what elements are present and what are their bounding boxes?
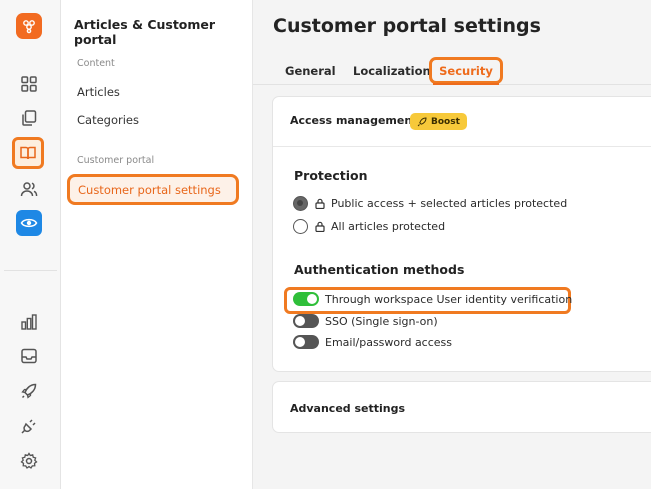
auth-option-user-identity[interactable]: Through workspace User identity verifica…: [293, 292, 572, 306]
sidebar-item-customer-portal-settings[interactable]: Customer portal settings: [67, 174, 239, 205]
auth-option-label: Email/password access: [325, 335, 453, 349]
chart-icon[interactable]: [15, 308, 43, 336]
rail-divider: [4, 270, 57, 271]
rocket-icon: [417, 116, 427, 126]
grid-icon[interactable]: [15, 70, 43, 98]
eye-icon[interactable]: [16, 210, 42, 236]
protection-heading: Protection: [294, 168, 368, 183]
icon-rail: [0, 0, 61, 489]
lock-icon: [314, 198, 325, 210]
protection-option-label: All articles protected: [331, 220, 446, 233]
radio-unchecked[interactable]: [293, 219, 308, 234]
lock-icon: [314, 221, 325, 233]
sidebar-item-categories[interactable]: Categories: [77, 113, 139, 127]
sidebar-item-articles[interactable]: Articles: [77, 85, 120, 99]
active-tab-indicator: [433, 83, 499, 85]
sidebar-section-content: Content: [77, 58, 115, 69]
boost-label: Boost: [431, 116, 460, 127]
auth-option-sso[interactable]: SSO (Single sign-on): [293, 314, 438, 328]
radio-checked[interactable]: [293, 196, 308, 211]
tab-security[interactable]: Security: [429, 57, 503, 84]
tab-localization[interactable]: Localization: [353, 64, 431, 78]
boost-badge: Boost: [410, 113, 467, 130]
auth-option-label: SSO (Single sign-on): [325, 314, 438, 328]
users-icon[interactable]: [15, 175, 43, 203]
tab-general[interactable]: General: [285, 64, 336, 78]
auth-option-email-password[interactable]: Email/password access: [293, 335, 452, 349]
tab-bar: General Localization Security: [253, 56, 651, 85]
access-management-card: Access management Boost Protection Publi…: [272, 96, 651, 372]
tab-security-label: Security: [439, 63, 493, 78]
toggle-on[interactable]: [293, 292, 319, 306]
auth-methods-heading: Authentication methods: [294, 262, 465, 277]
toggle-off[interactable]: [293, 335, 319, 349]
protection-option-public[interactable]: Public access + selected articles protec…: [293, 196, 567, 211]
gear-icon[interactable]: [15, 447, 43, 475]
sidebar-section-customer-portal: Customer portal: [77, 155, 155, 166]
auth-option-label: Through workspace User identity verifica…: [325, 292, 573, 306]
protection-option-label: Public access + selected articles protec…: [331, 197, 568, 210]
page-title: Customer portal settings: [273, 15, 541, 37]
book-icon[interactable]: [12, 137, 44, 169]
secondary-sidebar: Articles & Customer portal Content Artic…: [61, 0, 253, 489]
copy-icon[interactable]: [15, 104, 43, 132]
sidebar-title: Articles & Customer portal: [74, 17, 216, 47]
toggle-off[interactable]: [293, 314, 319, 328]
access-management-title: Access management: [290, 114, 418, 127]
protection-option-all[interactable]: All articles protected: [293, 219, 445, 234]
inbox-icon[interactable]: [15, 342, 43, 370]
main-content: Customer portal settings General Localiz…: [253, 0, 651, 489]
advanced-settings-title: Advanced settings: [290, 402, 406, 415]
logo-icon[interactable]: [16, 13, 42, 39]
access-management-header: Access management Boost: [273, 97, 651, 147]
advanced-settings-card[interactable]: Advanced settings: [272, 381, 651, 433]
rocket-icon[interactable]: [15, 377, 43, 405]
sidebar-item-label: Customer portal settings: [78, 183, 221, 197]
plug-icon[interactable]: [15, 412, 43, 440]
